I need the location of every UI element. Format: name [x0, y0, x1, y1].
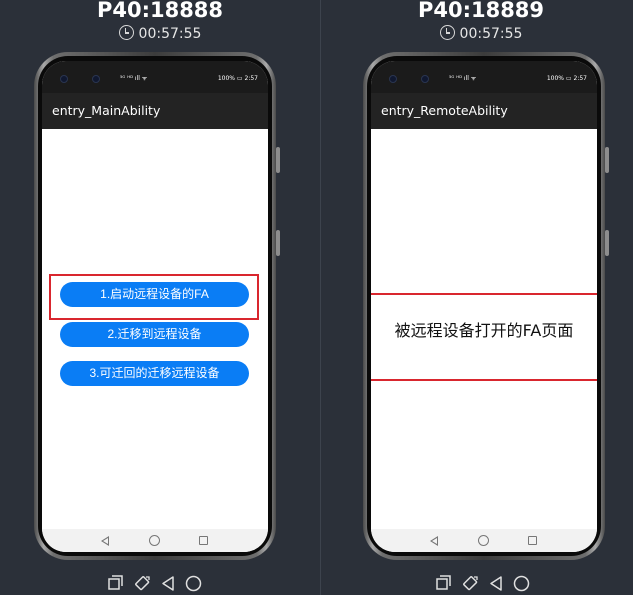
- home-icon[interactable]: [149, 535, 160, 546]
- status-bar: ⁵ᴳ ᴴᴰ ıll ᯤ 100% ▭ 2:57: [371, 61, 597, 93]
- battery-icon: ▭: [236, 75, 243, 82]
- camera-icon: [389, 75, 397, 83]
- status-bar: ⁵ᴳ ᴴᴰ ıll ᯤ 100% ▭ 2:57: [42, 61, 268, 93]
- stopwatch-icon: [439, 25, 455, 40]
- back-icon[interactable]: [101, 536, 109, 546]
- battery-percent: 100%: [546, 75, 564, 82]
- remote-page-text: 被远程设备打开的FA页面: [394, 321, 574, 340]
- volume-button: [605, 147, 609, 173]
- stopwatch-icon: [118, 25, 134, 40]
- phone-screen: ⁵ᴳ ᴴᴰ ıll ᯤ 100% ▭ 2:57 entry_MainAbilit…: [42, 61, 268, 552]
- app-bar: entry_MainAbility: [42, 93, 268, 129]
- app-bar: entry_RemoteAbility: [371, 93, 597, 129]
- status-time: 2:57: [244, 75, 258, 82]
- device-toolbar: [321, 573, 633, 593]
- reversible-migrate-button[interactable]: 3.可迁回的迁移远程设备: [60, 361, 249, 386]
- timer-text: 00:57:55: [459, 26, 523, 42]
- phone-bezel: ⁵ᴳ ᴴᴰ ıll ᯤ 100% ▭ 2:57 entry_RemoteAbil…: [367, 56, 601, 556]
- battery-percent: 100%: [217, 75, 235, 82]
- back-icon[interactable]: [160, 575, 177, 592]
- device-panel-right: P40:18889 00:57:55 ⁵ᴳ ᴴᴰ ıll ᯤ 100% ▭ 2:…: [321, 0, 633, 595]
- power-button: [276, 230, 280, 256]
- device-panel-left: P40:18888 00:57:55 ⁵ᴳ ᴴᴰ ıll ᯤ 100% ▭ 2:…: [0, 0, 320, 595]
- session-timer: 00:57:55: [0, 25, 320, 43]
- timer-text: 00:57:55: [138, 26, 202, 42]
- home-icon[interactable]: [185, 575, 202, 592]
- nav-bar: [42, 529, 268, 552]
- nav-bar: [371, 529, 597, 552]
- device-toolbar: [0, 573, 320, 593]
- phone-frame: ⁵ᴳ ᴴᴰ ıll ᯤ 100% ▭ 2:57 entry_MainAbilit…: [34, 52, 280, 560]
- main-content: 被远程设备打开的FA页面: [371, 129, 597, 529]
- camera-icon: [92, 75, 100, 83]
- screenshot-icon[interactable]: [107, 575, 124, 592]
- main-content: 1.启动远程设备的FA 2.迁移到远程设备 3.可迁回的迁移远程设备: [42, 129, 268, 529]
- status-right: 100% ▭ 2:57: [218, 75, 258, 82]
- back-icon[interactable]: [430, 536, 438, 546]
- session-timer: 00:57:55: [321, 25, 633, 43]
- phone-bezel: ⁵ᴳ ᴴᴰ ıll ᯤ 100% ▭ 2:57 entry_MainAbilit…: [38, 56, 272, 556]
- status-right: 100% ▭ 2:57: [547, 75, 587, 82]
- signal-icons: ⁵ᴳ ᴴᴰ ıll ᯤ: [120, 75, 148, 82]
- signal-icons: ⁵ᴳ ᴴᴰ ıll ᯤ: [449, 75, 477, 82]
- volume-button: [276, 147, 280, 173]
- phone-frame: ⁵ᴳ ᴴᴰ ıll ᯤ 100% ▭ 2:57 entry_RemoteAbil…: [363, 52, 609, 560]
- app-title: entry_RemoteAbility: [381, 103, 508, 118]
- power-button: [605, 230, 609, 256]
- rotate-icon[interactable]: [462, 575, 479, 592]
- screenshot-icon[interactable]: [435, 575, 452, 592]
- status-time: 2:57: [573, 75, 587, 82]
- back-icon[interactable]: [488, 575, 505, 592]
- recent-apps-icon[interactable]: [199, 536, 208, 545]
- home-icon[interactable]: [513, 575, 530, 592]
- app-title: entry_MainAbility: [52, 103, 161, 118]
- device-title: P40:18889: [417, 0, 545, 22]
- camera-icon: [421, 75, 429, 83]
- phone-screen: ⁵ᴳ ᴴᴰ ıll ᯤ 100% ▭ 2:57 entry_RemoteAbil…: [371, 61, 597, 552]
- start-remote-fa-button[interactable]: 1.启动远程设备的FA: [60, 282, 249, 307]
- device-title: P40:18888: [96, 0, 224, 22]
- migrate-to-remote-button[interactable]: 2.迁移到远程设备: [60, 322, 249, 347]
- rotate-icon[interactable]: [134, 575, 151, 592]
- camera-icon: [60, 75, 68, 83]
- recent-apps-icon[interactable]: [528, 536, 537, 545]
- home-icon[interactable]: [478, 535, 489, 546]
- battery-icon: ▭: [565, 75, 572, 82]
